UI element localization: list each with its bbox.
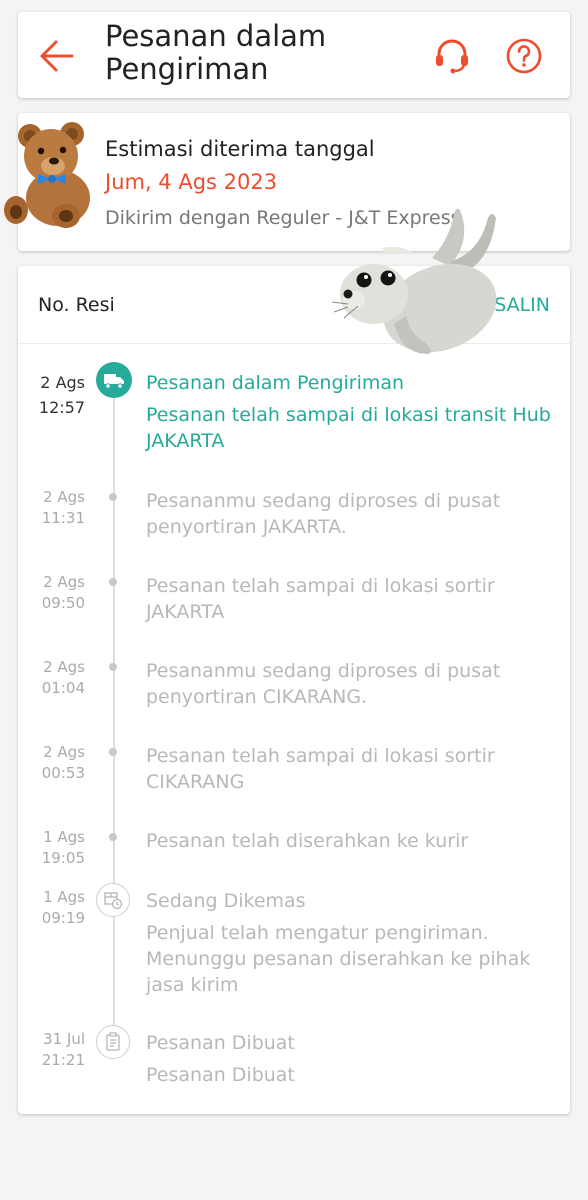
page-title: Pesanan dalam Pengiriman xyxy=(105,19,327,86)
event-description: Sedang Dikemas Penjual telah mengatur pe… xyxy=(146,888,556,998)
timeline-event: 2 Ags 09:50 Pesanan telah sampai di loka… xyxy=(18,572,570,632)
headset-icon xyxy=(436,39,468,74)
event-time: 21:21 xyxy=(41,1051,85,1069)
timeline-event: 1 Ags 09:19 Sedang Dikemas Penjual telah… xyxy=(18,883,570,998)
event-title: Sedang Dikemas xyxy=(146,890,306,912)
event-datetime: 1 Ags 09:19 xyxy=(18,887,85,929)
truck-icon xyxy=(104,374,124,389)
event-datetime: 2 Ags 01:04 xyxy=(18,657,85,699)
event-description: Pesanan dalam Pengiriman Pesanan telah s… xyxy=(146,370,556,454)
timeline-event: 2 Ags 12:57 Pesanan dalam Pengiriman Pes… xyxy=(18,362,570,460)
event-day: 2 Ags xyxy=(43,488,85,506)
event-title: Pesanan dalam Pengiriman xyxy=(146,372,405,394)
question-circle-icon xyxy=(506,38,542,74)
event-time: 12:57 xyxy=(38,398,85,417)
timeline-dot xyxy=(109,748,117,756)
event-time: 09:50 xyxy=(41,594,85,612)
support-button[interactable] xyxy=(432,36,472,76)
timeline-event: 2 Ags 01:04 Pesananmu sedang diproses di… xyxy=(18,657,570,717)
help-button[interactable] xyxy=(504,36,544,76)
event-day: 31 Jul xyxy=(43,1030,85,1048)
header-bar: Pesanan dalam Pengiriman xyxy=(18,12,570,98)
timeline-event: 31 Jul 21:21 Pesanan Dibuat Pesanan Dibu… xyxy=(18,1025,570,1095)
event-subtitle: Pesanan telah sampai di lokasi transit H… xyxy=(146,404,551,452)
event-status-icon xyxy=(96,362,132,398)
event-day: 2 Ags xyxy=(43,743,85,761)
event-time: 01:04 xyxy=(41,679,85,697)
event-time: 00:53 xyxy=(41,764,85,782)
receipt-icon xyxy=(106,1032,120,1051)
package-clock-icon xyxy=(104,892,123,910)
event-day: 2 Ags xyxy=(43,573,85,591)
tracking-number-label: No. Resi xyxy=(38,294,115,316)
estimate-date: Jum, 4 Ags 2023 xyxy=(105,170,278,194)
event-subtitle: Pesanan Dibuat xyxy=(146,1064,295,1086)
event-status-icon xyxy=(96,883,130,917)
arrow-left-icon xyxy=(40,40,74,72)
event-day: 1 Ags xyxy=(43,828,85,846)
event-datetime: 2 Ags 11:31 xyxy=(18,487,85,529)
copy-button[interactable]: SALIN xyxy=(494,294,550,316)
event-datetime: 1 Ags 19:05 xyxy=(18,827,85,869)
event-description: Pesananmu sedang diproses di pusat penyo… xyxy=(146,660,501,708)
timeline-dot xyxy=(109,493,117,501)
event-description: Pesanan telah sampai di lokasi sortir CI… xyxy=(146,745,495,793)
event-day: 1 Ags xyxy=(43,888,85,906)
event-datetime: 2 Ags 12:57 xyxy=(18,370,85,420)
event-datetime: 2 Ags 09:50 xyxy=(18,572,85,614)
event-subtitle: Penjual telah mengatur pengiriman. Menun… xyxy=(146,922,531,996)
timeline-event: 2 Ags 00:53 Pesanan telah sampai di loka… xyxy=(18,742,570,802)
event-datetime: 2 Ags 00:53 xyxy=(18,742,85,784)
seal-sticker xyxy=(332,208,497,354)
event-status-icon xyxy=(96,1025,130,1059)
timeline-dot xyxy=(109,833,117,841)
timeline-event: 1 Ags 19:05 Pesanan telah diserahkan ke … xyxy=(18,827,570,871)
event-time: 19:05 xyxy=(41,849,85,867)
back-button[interactable] xyxy=(38,36,78,76)
event-title: Pesanan Dibuat xyxy=(146,1032,295,1054)
event-time: 11:31 xyxy=(41,509,85,527)
event-description: Pesananmu sedang diproses di pusat penyo… xyxy=(146,490,501,538)
estimate-label: Estimasi diterima tanggal xyxy=(105,137,375,161)
event-day: 2 Ags xyxy=(40,373,85,392)
event-description: Pesanan telah sampai di lokasi sortir JA… xyxy=(146,575,495,623)
timeline-dot xyxy=(109,663,117,671)
event-time: 09:19 xyxy=(41,909,85,927)
timeline-event: 2 Ags 11:31 Pesananmu sedang diproses di… xyxy=(18,487,570,547)
event-description: Pesanan Dibuat Pesanan Dibuat xyxy=(146,1030,556,1088)
event-datetime: 31 Jul 21:21 xyxy=(18,1029,85,1071)
timeline-dot xyxy=(109,578,117,586)
event-day: 2 Ags xyxy=(43,658,85,676)
event-description: Pesanan telah diserahkan ke kurir xyxy=(146,830,469,852)
teddy-bear-sticker xyxy=(4,122,90,228)
